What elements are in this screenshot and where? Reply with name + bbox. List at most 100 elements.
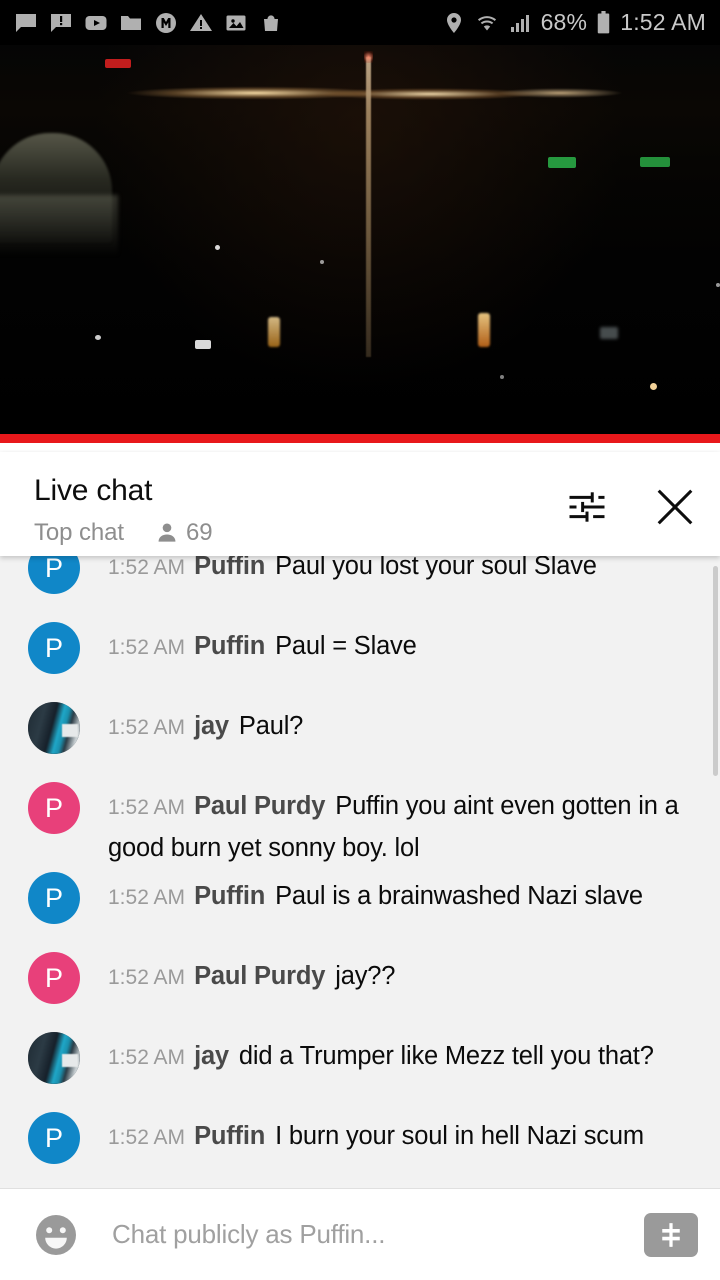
chat-message-author[interactable]: Puffin bbox=[194, 556, 265, 580]
shopping-bag-icon bbox=[264, 14, 278, 31]
status-bar-clock: 1:52 AM bbox=[620, 9, 706, 35]
avatar[interactable]: P bbox=[28, 556, 80, 594]
chat-message-timestamp: 1:52 AM bbox=[108, 1046, 186, 1069]
battery-percent-label: 68% bbox=[540, 9, 588, 35]
video-progress-bar[interactable] bbox=[0, 434, 720, 443]
chat-message-timestamp: 1:52 AM bbox=[108, 796, 186, 819]
chat-alert-icon bbox=[51, 13, 71, 32]
live-chat-header-actions bbox=[560, 474, 702, 534]
tune-icon[interactable] bbox=[560, 480, 614, 534]
chat-message-timestamp: 1:52 AM bbox=[108, 966, 186, 989]
chat-message-text: Paul? bbox=[238, 712, 304, 740]
folder-icon bbox=[121, 15, 141, 30]
battery-icon bbox=[597, 11, 610, 34]
chat-message-line: 1:52 AM jay did a Trumper like Mezz tell y… bbox=[108, 1036, 694, 1078]
chat-bubble-icon bbox=[16, 13, 36, 32]
chat-message-line: 1:52 AM Puffin Paul = Slave bbox=[108, 626, 694, 668]
live-chat-header: Live chat Top chat 69 bbox=[0, 452, 720, 556]
chat-message-author[interactable]: jay bbox=[194, 1042, 229, 1070]
chat-message-text: I burn your soul in hell Nazi scum bbox=[275, 1122, 644, 1150]
location-pin-icon bbox=[446, 12, 461, 33]
chat-message-body: 1:52 AM Puffin I burn your soul in hell Na… bbox=[80, 1108, 694, 1158]
chat-message[interactable]: 1:52 AM jay Paul? bbox=[0, 698, 720, 778]
jefferson-memorial-base bbox=[0, 195, 118, 255]
chat-message[interactable]: P 1:52 AM Puffin Paul is a brainwashed Nazi… bbox=[0, 868, 720, 948]
chat-messages-container: P 1:52 AM Puffin Paul you lost your soul Sl… bbox=[0, 556, 720, 1188]
avatar[interactable] bbox=[28, 1032, 80, 1084]
chat-message-text: Paul you lost your soul Slave bbox=[275, 556, 597, 580]
page-title: Live chat bbox=[34, 474, 153, 507]
avatar-initial: P bbox=[44, 882, 63, 913]
chat-message-timestamp: 1:52 AM bbox=[108, 556, 186, 579]
chat-message-author[interactable]: Puffin bbox=[194, 1122, 265, 1150]
avatar-initial: P bbox=[44, 792, 63, 823]
avatar[interactable] bbox=[28, 702, 80, 754]
chat-message-body: 1:52 AM Puffin Paul = Slave bbox=[80, 618, 694, 668]
chat-scrollbar[interactable] bbox=[713, 566, 718, 776]
emoji-smiley-icon[interactable] bbox=[28, 1207, 84, 1263]
washington-monument-beacon bbox=[364, 51, 373, 63]
chat-message[interactable]: P 1:52 AM Puffin Paul = Slave bbox=[0, 618, 720, 698]
youtube-live-chat-screen: 68% 1:52 AM Live chat Top chat 69 P 1:52… bbox=[0, 0, 720, 1280]
status-bar-system-icons: 68% 1:52 AM bbox=[442, 9, 706, 36]
chat-message-author[interactable]: jay bbox=[194, 712, 229, 740]
chat-message[interactable]: P 1:52 AM Paul Purdy Puffin you aint even g… bbox=[0, 778, 720, 868]
dollar-sign-icon bbox=[662, 1222, 680, 1247]
chat-message-body: 1:52 AM jay Paul? bbox=[80, 698, 694, 748]
viewer-count-group: 69 bbox=[154, 519, 213, 547]
chat-message-author[interactable]: Paul Purdy bbox=[194, 792, 325, 820]
viewer-count: 69 bbox=[185, 518, 213, 546]
avatar[interactable]: P bbox=[28, 872, 80, 924]
avatar[interactable]: P bbox=[28, 622, 80, 674]
chat-message-line: 1:52 AM jay Paul? bbox=[108, 706, 694, 748]
avatar-initial: P bbox=[44, 1122, 63, 1153]
chat-message-line: 1:52 AM Paul Purdy jay?? bbox=[108, 956, 694, 998]
video-player[interactable] bbox=[0, 45, 720, 443]
chat-message-body: 1:52 AM Puffin Paul is a brainwashed Nazi … bbox=[80, 868, 694, 918]
chat-message[interactable]: P 1:52 AM Puffin Paul you lost your soul Sl… bbox=[0, 556, 720, 618]
chat-message-author[interactable]: Puffin bbox=[194, 632, 265, 660]
chat-message[interactable]: 1:52 AM jay did a Trumper like Mezz tell y… bbox=[0, 1028, 720, 1108]
avatar[interactable]: P bbox=[28, 1112, 80, 1164]
chat-message-text: Paul is a brainwashed Nazi slave bbox=[275, 882, 643, 910]
chat-message-body: 1:52 AM jay did a Trumper like Mezz tell y… bbox=[80, 1028, 694, 1078]
warning-triangle-icon bbox=[190, 13, 212, 31]
chat-message-text: Paul = Slave bbox=[275, 632, 417, 660]
chat-input-bar bbox=[0, 1188, 720, 1280]
chat-message[interactable]: P 1:52 AM Puffin I burn your soul in hell N… bbox=[0, 1108, 720, 1188]
cell-signal-icon bbox=[510, 14, 529, 32]
wifi-icon bbox=[477, 15, 496, 30]
avatar-photo-highlight bbox=[62, 1054, 78, 1067]
chat-message-line: 1:52 AM Puffin I burn your soul in hell Na… bbox=[108, 1116, 694, 1158]
chat-message[interactable]: P 1:52 AM Paul Purdy jay?? bbox=[0, 948, 720, 1028]
avatar-initial: P bbox=[44, 962, 63, 993]
chat-message-timestamp: 1:52 AM bbox=[108, 636, 186, 659]
chat-message-text: jay?? bbox=[335, 962, 396, 990]
chat-message-text: did a Trumper like Mezz tell you that? bbox=[238, 1042, 654, 1070]
chat-mode-label[interactable]: Top chat bbox=[34, 519, 124, 547]
live-chat-header-titles: Live chat Top chat 69 bbox=[34, 474, 213, 547]
status-bar: 68% 1:52 AM bbox=[0, 0, 720, 45]
youtube-icon bbox=[85, 15, 107, 30]
avatar-initial: P bbox=[44, 556, 63, 583]
avatar-initial: P bbox=[44, 632, 63, 663]
emoji-smiley-icon-glyph bbox=[36, 1214, 76, 1255]
superchat-button[interactable] bbox=[644, 1212, 698, 1257]
chat-message-list[interactable]: P 1:52 AM Puffin Paul you lost your soul Sl… bbox=[0, 556, 720, 1188]
avatar[interactable]: P bbox=[28, 952, 80, 1004]
close-icon-glyph bbox=[657, 489, 693, 525]
tune-icon-glyph bbox=[569, 492, 605, 522]
city-skyline-lights bbox=[0, 75, 720, 111]
m-circle-icon bbox=[156, 12, 176, 33]
chat-message-body: 1:52 AM Paul Purdy Puffin you aint even go… bbox=[80, 778, 694, 868]
avatar[interactable]: P bbox=[28, 782, 80, 834]
chat-message-author[interactable]: Paul Purdy bbox=[194, 962, 325, 990]
chat-message-timestamp: 1:52 AM bbox=[108, 1126, 186, 1149]
chat-message-timestamp: 1:52 AM bbox=[108, 886, 186, 909]
person-icon bbox=[158, 522, 176, 542]
chat-input[interactable] bbox=[84, 1219, 634, 1250]
chat-message-author[interactable]: Puffin bbox=[194, 882, 265, 910]
close-icon[interactable] bbox=[648, 480, 702, 534]
chat-message-line: 1:52 AM Puffin Paul is a brainwashed Nazi … bbox=[108, 876, 694, 918]
chat-message-line: 1:52 AM Paul Purdy Puffin you aint even go… bbox=[108, 786, 694, 868]
